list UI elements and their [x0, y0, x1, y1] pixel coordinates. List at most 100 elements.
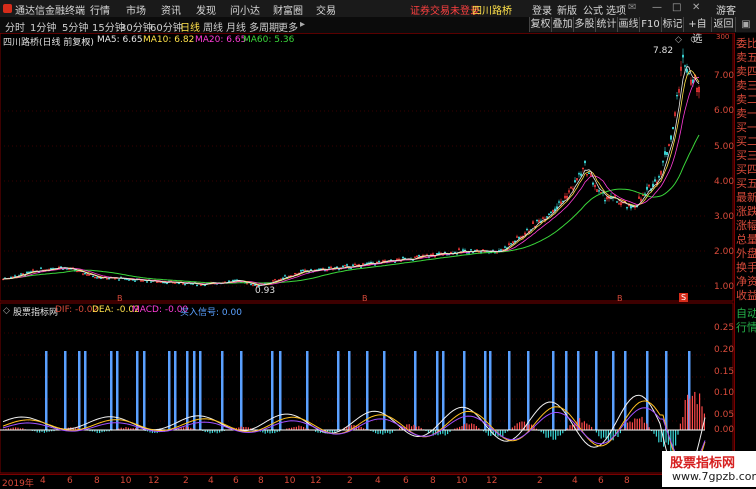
- ma60-label: MA60: 5.36: [243, 35, 294, 45]
- ma10-line: [3, 71, 699, 286]
- multi-stock-button[interactable]: 多股: [573, 17, 595, 32]
- chart-expand-icon[interactable]: ⊙: [690, 35, 698, 45]
- minimize-icon[interactable]: —: [652, 2, 662, 13]
- quote-side-panel: 委比 卖五 卖四 卖三 卖二 卖一 买一 买二 买三 买四 买五 最新 涨跌 涨…: [734, 33, 756, 468]
- login-notice[interactable]: 证券交易未登录: [410, 2, 480, 17]
- date-label: 6: [233, 476, 239, 486]
- sub-axis-label: 0.05: [714, 410, 734, 420]
- watermark: 股票指标网 www.7gpzb.com: [662, 451, 756, 487]
- indicator-name[interactable]: 股票指标网: [13, 305, 58, 318]
- period-tab-intraday[interactable]: 分时: [5, 19, 25, 34]
- date-label: 10: [456, 476, 467, 486]
- formula-button[interactable]: 公式: [583, 2, 603, 17]
- chevron-right-icon[interactable]: ▸: [300, 19, 305, 30]
- price-grid: [0, 76, 706, 286]
- axis-top-label: 300: [716, 33, 729, 41]
- f10-button[interactable]: F10: [639, 17, 661, 32]
- date-label: 2019年: [2, 476, 34, 489]
- label-latest: 最新: [736, 191, 756, 205]
- login-button[interactable]: 登录: [532, 2, 552, 17]
- mail-icon[interactable]: ✉: [628, 2, 636, 13]
- price-axis-label: 2.00: [714, 247, 734, 257]
- date-label: 10: [120, 476, 131, 486]
- menu-item-market[interactable]: 市场: [126, 2, 146, 17]
- period-tab-monthly[interactable]: 月线: [226, 19, 246, 34]
- menu-item-wealth[interactable]: 财富圈: [273, 2, 303, 17]
- period-tab-60min[interactable]: 60分钟: [150, 19, 183, 34]
- mark-button[interactable]: 标记: [661, 17, 683, 32]
- label-net-asset: 净资: [736, 275, 756, 289]
- label-sell3: 卖三: [736, 79, 756, 93]
- period-tab-30min[interactable]: 30分钟: [120, 19, 153, 34]
- date-label: 6: [403, 476, 409, 486]
- label-buy2: 买二: [736, 135, 756, 149]
- back-button[interactable]: 返回: [711, 17, 735, 32]
- dropdown-icon[interactable]: ◇: [84, 37, 90, 46]
- period-tab-more[interactable]: 更多: [278, 19, 298, 34]
- date-label: 4: [572, 476, 578, 486]
- chart-area: [0, 33, 734, 474]
- main-chart-frame: [0, 33, 733, 301]
- menu-item-news[interactable]: 资讯: [161, 2, 181, 17]
- date-label: 4: [375, 476, 381, 486]
- event-mark-b: B: [617, 294, 623, 303]
- period-toolbar: 分时 1分钟 5分钟 15分钟 30分钟 60分钟 日线 周线 月线 多周期 更…: [0, 17, 756, 34]
- period-tab-multi[interactable]: 多周期: [249, 19, 279, 34]
- label-buy1: 买一: [736, 121, 756, 135]
- add-watchlist-button[interactable]: +自选: [683, 17, 711, 32]
- date-label: 8: [94, 476, 100, 486]
- price-axis-label: 1.00: [714, 282, 734, 292]
- ma10-label: MA10: 6.82: [143, 35, 194, 45]
- period-tab-5min[interactable]: 5分钟: [62, 19, 88, 34]
- overlay-button[interactable]: 叠加: [551, 17, 573, 32]
- date-label: 8: [624, 476, 630, 486]
- date-label: 2: [537, 476, 543, 486]
- label-buy3: 买三: [736, 149, 756, 163]
- stats-button[interactable]: 统计: [595, 17, 617, 32]
- label-sell4: 卖四: [736, 65, 756, 79]
- period-tab-weekly[interactable]: 周线: [203, 19, 223, 34]
- indicator-menu-icon[interactable]: ◇: [3, 306, 10, 316]
- chart-settings-icon[interactable]: ◇: [675, 35, 682, 45]
- date-label: 8: [258, 476, 264, 486]
- menu-bar: 通达信金融终端 行情 市场 资讯 发现 问小达 财富圈 交易 证券交易未登录 四…: [0, 0, 756, 18]
- price-axis-label: 7.00: [714, 71, 734, 81]
- maximize-icon[interactable]: □: [672, 2, 681, 13]
- ma5-label: MA5: 6.65: [97, 35, 143, 45]
- menu-item-ask[interactable]: 问小达: [230, 2, 260, 17]
- adjust-button[interactable]: 复权: [529, 17, 551, 32]
- event-mark-b: B: [362, 294, 368, 303]
- stock-label: 四川路桥(日线 前复权): [3, 35, 94, 48]
- ma20-line: [3, 77, 699, 284]
- label-change-pct: 涨幅: [736, 219, 756, 233]
- candlesticks: [2, 48, 699, 286]
- dea-line: [3, 401, 705, 474]
- period-tab-1min[interactable]: 1分钟: [30, 19, 56, 34]
- new-version-button[interactable]: 新版: [557, 2, 577, 17]
- stock-tab[interactable]: 四川路桥: [472, 2, 512, 17]
- label-sell1: 卖一: [736, 107, 756, 121]
- watermark-url: www.7gpzb.com: [672, 470, 756, 483]
- draw-button[interactable]: 画线: [617, 17, 639, 32]
- close-icon[interactable]: ✕: [692, 2, 700, 13]
- menu-item-discover[interactable]: 发现: [196, 2, 216, 17]
- options-button[interactable]: 选项: [606, 2, 626, 17]
- period-tab-daily[interactable]: 日线: [180, 19, 200, 34]
- label-buy5: 买五: [736, 177, 756, 191]
- dif-line: [3, 395, 705, 474]
- date-label: 4: [208, 476, 214, 486]
- collapse-icon[interactable]: ▣: [735, 17, 756, 32]
- quote-button[interactable]: 行情: [736, 321, 756, 335]
- date-label: 2: [347, 476, 353, 486]
- app-logo-icon: [3, 4, 12, 13]
- menu-item-trade[interactable]: 交易: [316, 2, 336, 17]
- date-label: 8: [430, 476, 436, 486]
- auto-button[interactable]: 自动: [736, 307, 756, 321]
- date-label: 12: [486, 476, 497, 486]
- menu-item-quotes[interactable]: 行情: [90, 2, 110, 17]
- label-turnover: 换手: [736, 261, 756, 275]
- price-axis-label: 5.00: [714, 142, 734, 152]
- ma60-line: [3, 135, 699, 283]
- date-label: 12: [148, 476, 159, 486]
- guest-label: 游客: [716, 2, 736, 17]
